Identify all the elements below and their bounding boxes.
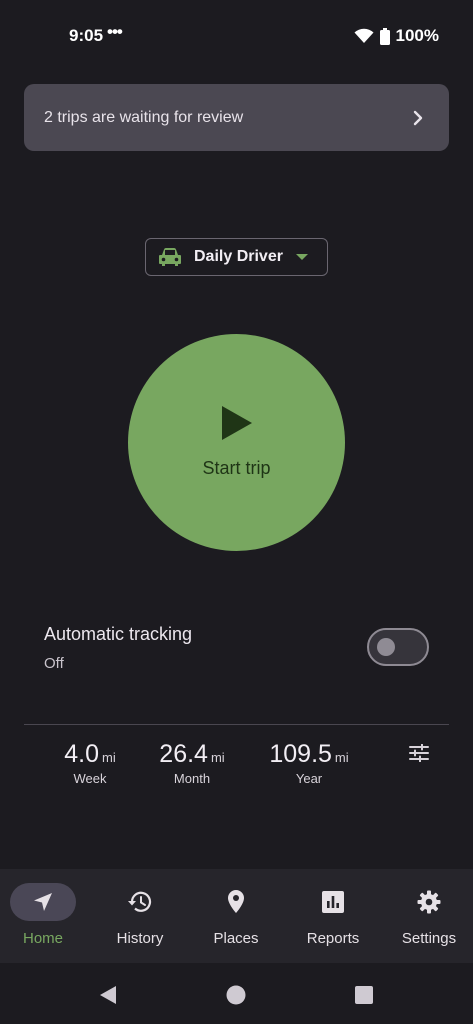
start-trip-label: Start trip [202, 458, 271, 478]
battery-icon [379, 27, 390, 45]
nav-indicator [10, 883, 76, 921]
back-icon[interactable] [98, 985, 118, 1005]
home-icon[interactable] [226, 985, 246, 1005]
stat-value: 4.0 [64, 740, 100, 768]
dropdown-arrow-icon [295, 254, 308, 260]
bar-chart-icon [322, 891, 344, 913]
nav-settings[interactable]: Settings [381, 883, 473, 947]
stat-unit: mi [210, 750, 225, 765]
nav-places[interactable]: Places [188, 883, 284, 947]
automatic-tracking-status: Off [44, 655, 64, 672]
play-icon [221, 406, 252, 440]
stat-unit: mi [334, 750, 349, 765]
toggle-knob [377, 638, 395, 656]
status-time: 9:05 [69, 26, 104, 45]
navigation-icon [34, 893, 52, 911]
stat-week: 4.0 mi Week [60, 740, 120, 786]
vehicle-name: Daily Driver [194, 248, 283, 265]
banner-text: 2 trips are waiting for review [44, 108, 244, 126]
nav-label: History [116, 930, 164, 947]
recents-icon[interactable] [355, 986, 373, 1004]
nav-home[interactable]: Home [0, 883, 91, 947]
stat-label: Month [173, 771, 211, 786]
start-trip-button[interactable]: Start trip [128, 334, 345, 551]
stats-filter-button[interactable] [409, 743, 429, 767]
nav-reports[interactable]: Reports [285, 883, 381, 947]
vehicle-selector[interactable]: Daily Driver [145, 238, 328, 276]
stat-unit: mi [102, 750, 116, 765]
stat-value: 109.5 [269, 740, 332, 768]
status-icons: 100% [354, 26, 439, 46]
status-bar: 9:05 ••• 100% [0, 0, 473, 72]
system-navigation-bar [0, 963, 473, 1024]
nav-icon-slot [396, 883, 462, 921]
nav-label: Settings [401, 930, 457, 947]
history-icon [128, 891, 152, 912]
chevron-right-icon [413, 110, 423, 125]
trips-review-banner[interactable]: 2 trips are waiting for review [24, 84, 449, 151]
tune-icon [409, 743, 429, 763]
nav-label: Reports [306, 930, 360, 947]
notification-dots: ••• [107, 22, 123, 41]
wifi-icon [354, 28, 374, 43]
automatic-tracking-title: Automatic tracking [44, 624, 193, 644]
stat-year: 109.5 mi Year [262, 740, 356, 786]
gear-icon [417, 890, 441, 914]
nav-icon-slot [107, 883, 173, 921]
divider [24, 724, 449, 725]
stat-value: 26.4 [159, 740, 208, 768]
nav-label: Places [213, 930, 259, 947]
nav-icon-slot [203, 883, 269, 921]
location-pin-icon [228, 890, 244, 913]
battery-percent: 100% [395, 26, 439, 45]
automatic-tracking-toggle[interactable] [367, 628, 429, 666]
automatic-tracking: Automatic tracking Off [44, 624, 192, 672]
car-icon [159, 248, 181, 266]
nav-history[interactable]: History [92, 883, 188, 947]
nav-label: Home [22, 930, 63, 947]
bottom-navigation: Home History Places Reports Settings [0, 869, 473, 963]
stat-month: 26.4 mi Month [152, 740, 232, 786]
stat-label: Week [73, 771, 107, 786]
nav-icon-slot [300, 883, 366, 921]
stat-label: Year [295, 771, 323, 786]
